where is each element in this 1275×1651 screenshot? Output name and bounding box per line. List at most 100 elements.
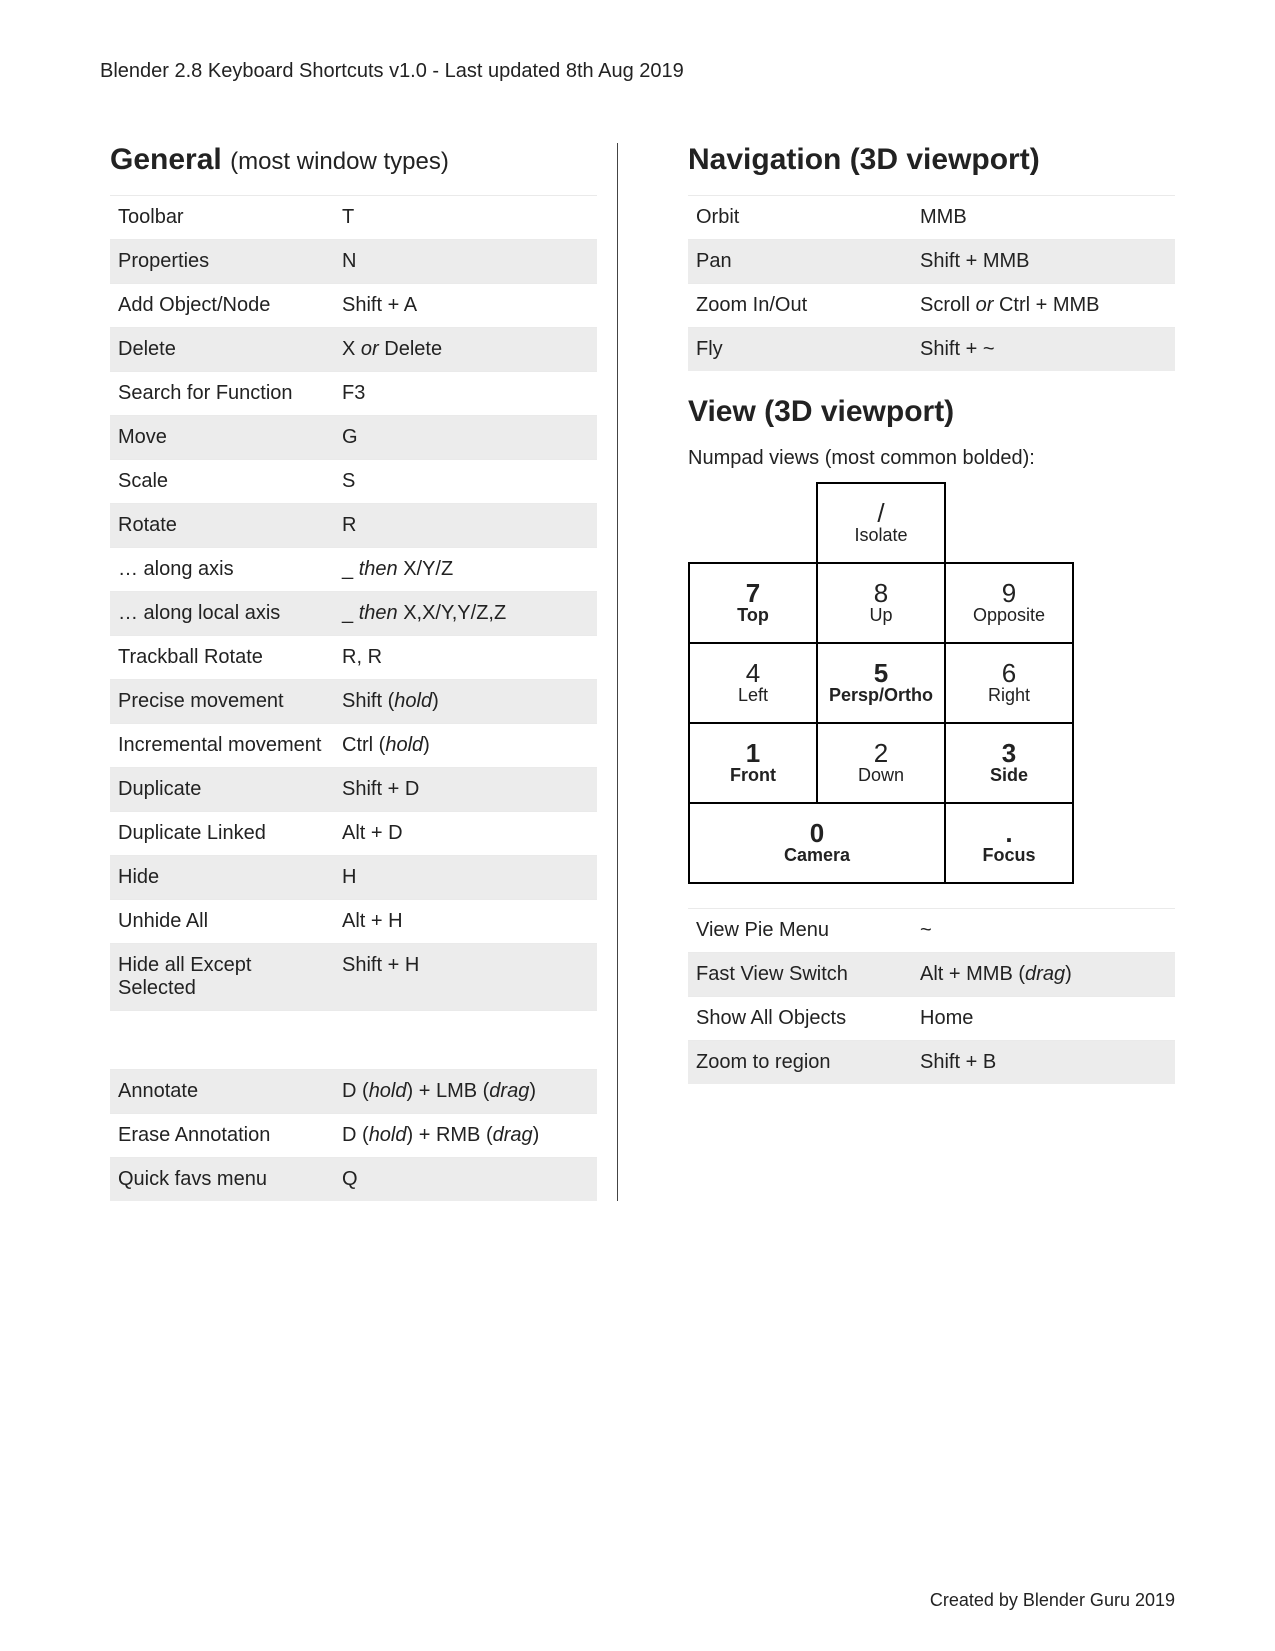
numpad-label: Right (948, 686, 1070, 706)
shortcut-key: Scroll or Ctrl + MMB (912, 284, 1175, 328)
general-table: ToolbarTPropertiesNAdd Object/NodeShift … (110, 195, 597, 1201)
shortcut-label: Properties (110, 240, 334, 284)
table-row: Zoom In/OutScroll or Ctrl + MMB (688, 284, 1175, 328)
shortcut-key: Q (334, 1158, 597, 1202)
shortcut-label: Toolbar (110, 196, 334, 240)
general-subtitle: (most window types) (230, 148, 449, 175)
shortcut-key: Shift + D (334, 768, 597, 812)
page-header: Blender 2.8 Keyboard Shortcuts v1.0 - La… (100, 60, 1175, 83)
numpad-empty (945, 483, 1073, 563)
shortcut-label: Fast View Switch (688, 953, 912, 997)
table-row: DeleteX or Delete (110, 328, 597, 372)
numpad-0: 0Camera (689, 803, 945, 883)
table-row: Precise movementShift (hold) (110, 680, 597, 724)
shortcut-label: Add Object/Node (110, 284, 334, 328)
numpad-2: 2Down (817, 723, 945, 803)
numpad-empty (689, 483, 817, 563)
shortcut-label: Precise movement (110, 680, 334, 724)
numpad-key: 9 (948, 580, 1070, 606)
shortcut-key: R (334, 504, 597, 548)
numpad-key: 6 (948, 660, 1070, 686)
numpad-9: 9Opposite (945, 563, 1073, 643)
numpad-8: 8Up (817, 563, 945, 643)
table-row: Erase AnnotationD (hold) + RMB (drag) (110, 1114, 597, 1158)
shortcut-label: Delete (110, 328, 334, 372)
shortcut-key: Shift + B (912, 1041, 1175, 1085)
numpad-5: 5Persp/Ortho (817, 643, 945, 723)
shortcut-label: … along axis (110, 548, 334, 592)
shortcut-key: Shift + H (334, 944, 597, 1011)
table-row: HideH (110, 856, 597, 900)
table-row: Quick favs menuQ (110, 1158, 597, 1202)
numpad-key: 3 (948, 740, 1070, 766)
numpad-label: Down (820, 766, 942, 786)
numpad-key: . (948, 820, 1070, 846)
shortcut-key: Shift + ~ (912, 328, 1175, 372)
shortcut-key: _ then X,X/Y,Y/Z,Z (334, 592, 597, 636)
shortcut-key: S (334, 460, 597, 504)
shortcut-label: Search for Function (110, 372, 334, 416)
numpad-key: 8 (820, 580, 942, 606)
table-row: Hide all Except SelectedShift + H (110, 944, 597, 1011)
numpad-dot: .Focus (945, 803, 1073, 883)
view-title: View (3D viewport) (688, 395, 1175, 429)
shortcut-label: View Pie Menu (688, 909, 912, 953)
table-row: Show All ObjectsHome (688, 997, 1175, 1041)
table-row: AnnotateD (hold) + LMB (drag) (110, 1070, 597, 1114)
table-row: Zoom to regionShift + B (688, 1041, 1175, 1085)
numpad-key: 4 (692, 660, 814, 686)
table-row: RotateR (110, 504, 597, 548)
table-row: Add Object/NodeShift + A (110, 284, 597, 328)
table-row: PropertiesN (110, 240, 597, 284)
numpad-key: 0 (692, 820, 942, 846)
table-row: ToolbarT (110, 196, 597, 240)
shortcut-key: G (334, 416, 597, 460)
shortcut-key: D (hold) + RMB (drag) (334, 1114, 597, 1158)
table-row: Duplicate LinkedAlt + D (110, 812, 597, 856)
numpad-key: 5 (820, 660, 942, 686)
navigation-title: Navigation (3D viewport) (688, 143, 1175, 177)
shortcut-label: Zoom In/Out (688, 284, 912, 328)
shortcut-key: F3 (334, 372, 597, 416)
table-spacer (110, 1011, 597, 1070)
shortcut-label: Erase Annotation (110, 1114, 334, 1158)
view-table: View Pie Menu~Fast View SwitchAlt + MMB … (688, 908, 1175, 1084)
shortcut-label: Duplicate (110, 768, 334, 812)
numpad-label: Side (948, 766, 1070, 786)
numpad-label: Front (692, 766, 814, 786)
shortcut-key: N (334, 240, 597, 284)
table-row: PanShift + MMB (688, 240, 1175, 284)
shortcut-label: Zoom to region (688, 1041, 912, 1085)
numpad-slash: /Isolate (817, 483, 945, 563)
shortcut-key: D (hold) + LMB (drag) (334, 1070, 597, 1114)
shortcut-key: _ then X/Y/Z (334, 548, 597, 592)
shortcut-label: Rotate (110, 504, 334, 548)
table-row: DuplicateShift + D (110, 768, 597, 812)
shortcut-key: T (334, 196, 597, 240)
shortcut-key: Alt + D (334, 812, 597, 856)
shortcut-label: … along local axis (110, 592, 334, 636)
shortcut-label: Trackball Rotate (110, 636, 334, 680)
shortcut-key: H (334, 856, 597, 900)
shortcut-key: Shift + A (334, 284, 597, 328)
shortcut-label: Duplicate Linked (110, 812, 334, 856)
shortcut-label: Annotate (110, 1070, 334, 1114)
numpad-label: Opposite (948, 606, 1070, 626)
numpad-6: 6Right (945, 643, 1073, 723)
shortcut-key: Shift (hold) (334, 680, 597, 724)
numpad-key: 7 (692, 580, 814, 606)
shortcut-key: R, R (334, 636, 597, 680)
general-title: General (most window types) (110, 143, 597, 177)
shortcut-label: Hide all Except Selected (110, 944, 334, 1011)
table-row: Unhide AllAlt + H (110, 900, 597, 944)
shortcut-label: Show All Objects (688, 997, 912, 1041)
shortcut-label: Incremental movement (110, 724, 334, 768)
shortcut-label: Pan (688, 240, 912, 284)
numpad-key: 2 (820, 740, 942, 766)
table-row: Search for FunctionF3 (110, 372, 597, 416)
numpad-3: 3Side (945, 723, 1073, 803)
shortcut-label: Orbit (688, 196, 912, 240)
table-row: … along axis_ then X/Y/Z (110, 548, 597, 592)
numpad-key: / (820, 500, 942, 526)
shortcut-label: Hide (110, 856, 334, 900)
